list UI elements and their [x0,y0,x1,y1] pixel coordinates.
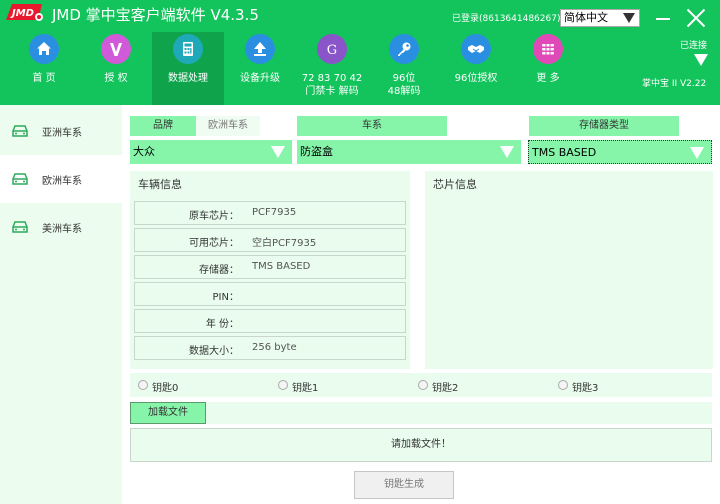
language-value: 简体中文 [564,11,608,24]
sidebar-item-asia[interactable]: 亚洲车系 [0,107,122,155]
connection-status: 已连接 [680,41,708,51]
letter-g-icon: G [317,34,347,64]
car-icon [12,125,28,137]
nav-device-upgrade-label: 设备升级 [240,73,280,84]
key1-label: 钥匙1 [292,383,319,394]
sidebar-item-label: 亚洲车系 [42,128,82,139]
info-row-pin: PIN： [134,282,406,306]
series-value: 防盗盒 [300,145,333,158]
storage-type-header: 存储器类型 [529,116,679,136]
chevron-down-icon [500,146,514,158]
nav-96bit-48-decode-label: 96位 48解码 [387,73,421,97]
letter-v-icon [101,34,131,64]
nav-access-card-decode-label: 72 83 70 42 门禁卡 解码 [301,73,363,97]
info-value: PCF7935 [252,207,297,218]
info-value: 256 byte [252,342,297,353]
grid-icon [533,34,563,64]
info-label: 年 份： [205,319,239,330]
key2-label: 钥匙2 [432,383,459,394]
info-label: 可用芯片： [189,238,239,249]
language-select[interactable]: 简体中文 [560,9,640,27]
generate-key-button[interactable]: 钥匙生成 [354,471,454,499]
sidebar-item-europe[interactable]: 欧洲车系 [0,155,122,203]
info-row-usable-chip: 可用芯片： 空白PCF7935 [134,228,406,252]
minimize-button[interactable] [656,18,670,20]
handshake-icon [461,34,491,64]
key0-radio[interactable] [138,380,148,390]
tab-brand[interactable]: 品牌 [130,116,196,136]
storage-type-value: TMS BASED [532,146,597,159]
sidebar: 亚洲车系 欧洲车系 美洲车系 [0,105,122,504]
vehicle-info-panel: 车辆信息 原车芯片： PCF7935 可用芯片： 空白PCF7935 存储器： … [130,171,410,369]
nav-home-label: 首 页 [32,73,56,84]
nav-home[interactable]: 首 页 [8,32,80,102]
info-value: 空白PCF7935 [252,238,317,249]
key-icon [389,34,419,64]
nav-device-upgrade[interactable]: 设备升级 [224,32,296,102]
app-title: JMD 掌中宝客户端软件 V4.3.5 [52,6,259,24]
key3-label: 钥匙3 [572,383,599,394]
svg-text:JMD: JMD [10,8,34,19]
chip-info-panel: 芯片信息 [425,171,713,369]
nav-96bit-authorize-label: 96位授权 [454,73,498,84]
brand-value: 大众 [133,145,155,158]
info-label: PIN： [212,292,239,303]
vehicle-info-title: 车辆信息 [138,178,182,191]
jmd-logo: JMD [6,4,43,21]
nav-authorize-label: 授 权 [104,73,128,84]
load-file-button[interactable]: 加载文件 [130,402,206,424]
nav-96bit-48-decode[interactable]: 96位 48解码 [368,32,440,102]
series-header: 车系 [297,116,447,136]
nav-data-processing-label: 数据处理 [168,73,208,84]
nav-more[interactable]: 更 多 [512,32,584,102]
storage-type-select[interactable]: TMS BASED [528,140,712,164]
key-options-bar: 钥匙0 钥匙1 钥匙2 钥匙3 [130,373,712,397]
main-content: 品牌 欧洲车系 车系 存储器类型 大众 防盗盒 TMS BASED 车辆信息 原… [122,105,720,504]
info-row-data-size: 数据大小： 256 byte [134,336,406,360]
sidebar-item-label: 欧洲车系 [42,176,82,187]
info-row-original-chip: 原车芯片： PCF7935 [134,201,406,225]
info-row-year: 年 份： [134,309,406,333]
car-icon [12,221,28,233]
car-icon [12,173,28,185]
arrow-down-icon [694,54,708,66]
calculator-icon [173,34,203,64]
key2-radio[interactable] [418,380,428,390]
key1-radio[interactable] [278,380,288,390]
key0-label: 钥匙0 [152,383,179,394]
home-icon [29,34,59,64]
nav-96bit-authorize[interactable]: 96位授权 [440,32,512,102]
close-button[interactable] [684,6,708,30]
sidebar-item-label: 美洲车系 [42,224,82,235]
sidebar-item-america[interactable]: 美洲车系 [0,203,122,251]
svg-text:G: G [327,43,337,58]
series-select[interactable]: 防盗盒 [297,140,521,164]
nav-authorize[interactable]: 授 权 [80,32,152,102]
status-message: 请加载文件！ [130,428,712,462]
chevron-down-icon [271,146,285,158]
info-label: 原车芯片： [189,211,239,222]
info-value: TMS BASED [252,261,311,272]
login-status: 已登录(8613641486267) [452,14,561,24]
chevron-down-icon [623,13,635,23]
tab-europe-series[interactable]: 欧洲车系 [196,116,260,136]
title-bar: JMD JMD 掌中宝客户端软件 V4.3.5 已登录(861364148626… [0,0,720,105]
device-version: 掌中宝 II V2.22 [642,79,707,89]
nav-access-card-decode[interactable]: G 72 83 70 42 门禁卡 解码 [296,32,368,102]
load-file-bar: 加载文件 [130,402,712,424]
chevron-down-icon [690,147,704,159]
key3-radio[interactable] [558,380,568,390]
info-row-storage: 存储器： TMS BASED [134,255,406,279]
info-label: 存储器： [199,265,239,276]
nav-data-processing[interactable]: 数据处理 [152,32,224,105]
brand-select[interactable]: 大众 [130,140,292,164]
info-label: 数据大小： [189,346,239,357]
upload-arrow-icon [245,34,275,64]
nav-more-label: 更 多 [536,73,560,84]
chip-info-title: 芯片信息 [433,178,477,191]
